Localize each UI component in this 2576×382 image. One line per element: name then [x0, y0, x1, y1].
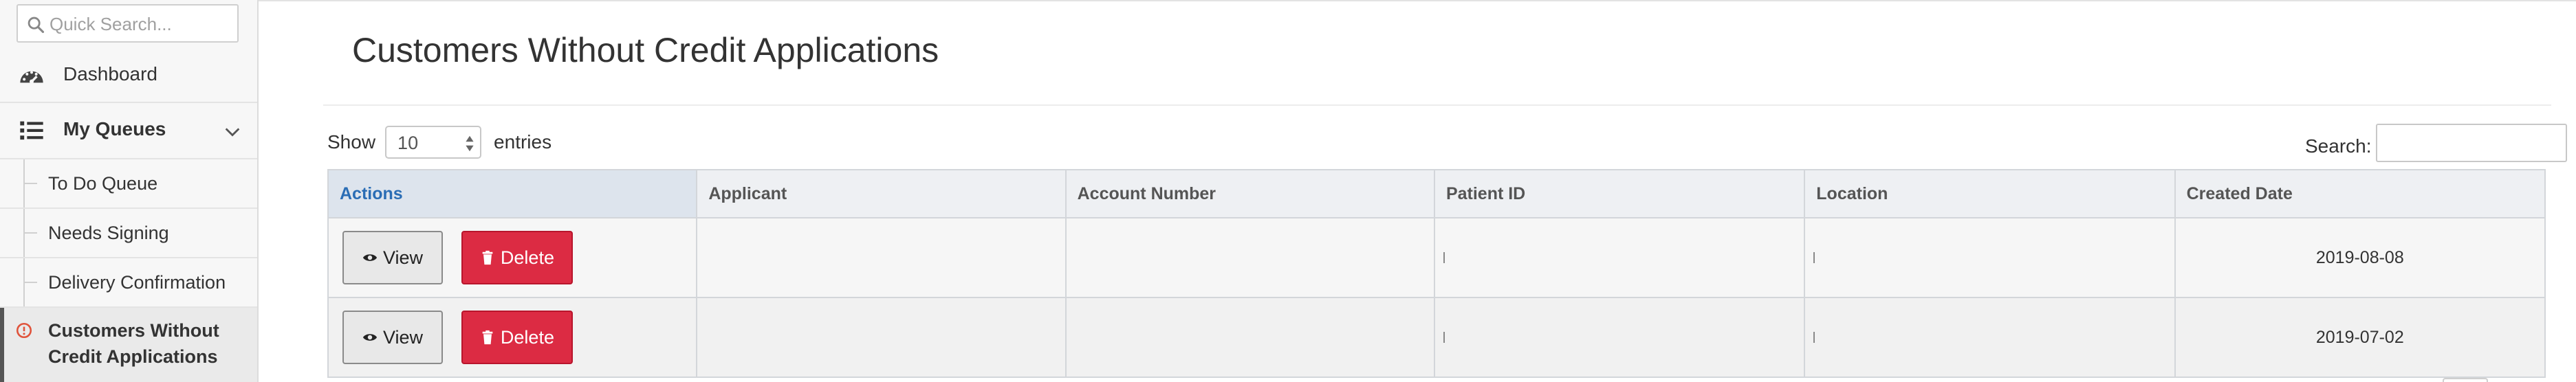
sidebar-item-label: My Queues [63, 118, 166, 139]
view-button[interactable]: View [342, 311, 443, 364]
quick-search-input[interactable] [50, 11, 234, 37]
delete-button-label: Delete [500, 247, 554, 268]
column-header-patient-id[interactable]: Patient ID [1433, 169, 1806, 218]
search-label: Search: [2305, 135, 2372, 157]
sidebar-sub-label: To Do Queue [48, 173, 158, 194]
eye-icon [362, 254, 378, 261]
account-number-cell [1065, 297, 1435, 378]
location-cell [1804, 297, 2176, 378]
actions-cell: View Delete [327, 297, 698, 378]
trash-icon [482, 330, 493, 345]
sidebar-item-to-do-queue[interactable]: To Do Queue [0, 159, 257, 209]
column-header-account-number[interactable]: Account Number [1065, 169, 1435, 218]
sidebar-item-dashboard[interactable]: Dashboard [0, 49, 257, 103]
top-border [259, 0, 2576, 1]
column-header-created-date[interactable]: Created Date [2174, 169, 2546, 218]
sidebar: Dashboard My Queues To Do Queue Needs Si… [0, 0, 259, 382]
patient-id-cell [1433, 297, 1806, 378]
sidebar-sub-label: Needs Signing [48, 223, 169, 243]
sidebar-sub-label: Customers Without Credit Applications [48, 320, 219, 367]
view-button[interactable]: View [342, 231, 443, 284]
sidebar-item-needs-signing[interactable]: Needs Signing [0, 209, 257, 258]
patient-id-cell [1433, 217, 1806, 298]
column-header-actions[interactable]: Actions [327, 169, 698, 218]
account-number-cell [1065, 217, 1435, 298]
location-cell [1804, 217, 2176, 298]
alert-circle-icon [16, 322, 32, 339]
view-button-label: View [382, 326, 424, 348]
select-arrows-icon [466, 135, 474, 152]
divider [323, 104, 2551, 106]
trash-icon [482, 250, 493, 265]
created-date-cell: 2019-08-08 [2174, 217, 2546, 298]
delete-button[interactable]: Delete [461, 311, 573, 364]
table-row: View Delete 2019-08-08 [327, 217, 2546, 298]
active-indicator [0, 308, 4, 382]
tree-tick [23, 232, 37, 234]
view-button-label: View [382, 247, 424, 268]
redacted-mark [1813, 251, 1815, 263]
search-icon [28, 16, 45, 34]
entries-length-control: Show 10 entries [327, 125, 552, 159]
created-date-cell: 2019-07-02 [2174, 297, 2546, 378]
list-icon [20, 121, 43, 140]
redacted-mark [1443, 251, 1445, 263]
redacted-mark [1813, 331, 1815, 343]
column-header-location[interactable]: Location [1804, 169, 2176, 218]
entries-select[interactable]: 10 [385, 126, 482, 159]
eye-icon [362, 334, 378, 341]
table-row: View Delete 2019-07-02 [327, 297, 2546, 378]
show-label: Show [327, 131, 376, 153]
redacted-mark [1443, 331, 1445, 343]
sidebar-item-label: Dashboard [63, 63, 157, 85]
entries-select-value: 10 [397, 133, 419, 153]
customers-table: Actions Applicant Account Number Patient… [327, 169, 2546, 378]
page-title: Customers Without Credit Applications [352, 31, 939, 69]
sidebar-sub-label: Delivery Confirmation [48, 272, 226, 293]
chevron-down-icon[interactable] [223, 122, 242, 142]
tree-tick [23, 282, 37, 283]
table-search: Search: [2305, 124, 2567, 162]
entries-label: entries [494, 131, 552, 153]
sidebar-item-my-queues[interactable]: My Queues [0, 103, 257, 159]
sidebar-item-customers-without-credit-applications[interactable]: Customers Without Credit Applications [0, 308, 257, 382]
applicant-cell [696, 217, 1067, 298]
table-header-row: Actions Applicant Account Number Patient… [327, 169, 2546, 218]
actions-cell: View Delete [327, 217, 698, 298]
column-header-applicant[interactable]: Applicant [696, 169, 1067, 218]
quick-search[interactable] [17, 4, 239, 43]
applicant-cell [696, 297, 1067, 378]
delete-button[interactable]: Delete [461, 231, 573, 284]
tree-tick [23, 183, 37, 184]
dashboard-icon [20, 71, 43, 84]
delete-button-label: Delete [500, 326, 554, 348]
table-search-input[interactable] [2375, 124, 2567, 162]
sidebar-item-delivery-confirmation[interactable]: Delivery Confirmation [0, 258, 257, 308]
pagination-button[interactable] [2443, 378, 2488, 382]
